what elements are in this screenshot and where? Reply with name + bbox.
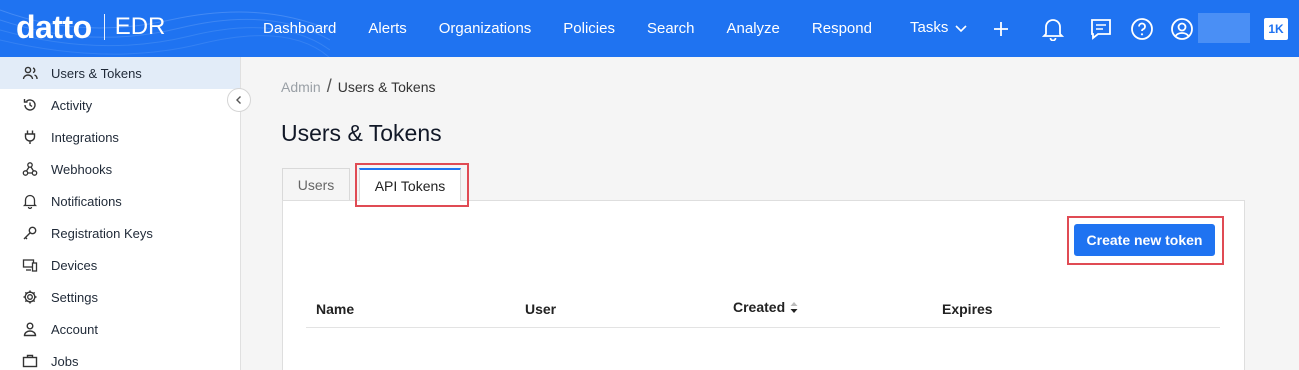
column-header-label: Name [316,301,355,317]
column-header-created[interactable]: Created [733,299,799,315]
devices-icon [22,257,38,273]
top-navigation-bar: datto EDR Dashboard Alerts Organizations… [0,0,1299,57]
help-icon[interactable] [1129,16,1155,42]
nav-organizations[interactable]: Organizations [439,20,532,37]
breadcrumb-admin[interactable]: Admin [281,79,321,95]
sidebar-item-jobs[interactable]: Jobs [0,345,240,370]
table-header-divider [306,327,1220,328]
webhook-icon [22,161,38,177]
tasks-dropdown[interactable]: Tasks [910,19,968,36]
chevron-down-icon [955,24,967,32]
logo-datto: datto [16,9,92,45]
kaseya-badge[interactable]: 1K [1264,18,1288,40]
sidebar-item-notifications[interactable]: Notifications [0,185,240,217]
logo-divider [103,14,105,40]
sidebar-item-webhooks[interactable]: Webhooks [0,153,240,185]
admin-sidebar: Users & Tokens Activity Integrations Web… [0,57,241,370]
sidebar-item-label: Users & Tokens [51,65,142,81]
logo-product: EDR [114,13,166,40]
tab-api-tokens[interactable]: API Tokens [359,168,461,201]
page-title: Users & Tokens [281,120,442,146]
sidebar-item-registration-keys[interactable]: Registration Keys [0,217,240,249]
sidebar-item-label: Account [51,321,98,337]
breadcrumb-separator: / [326,76,332,96]
nav-policies[interactable]: Policies [563,20,615,37]
sort-icon[interactable] [789,299,799,315]
column-header-name[interactable]: Name [316,301,354,317]
nav-respond[interactable]: Respond [812,20,872,37]
main-nav: Dashboard Alerts Organizations Policies … [263,0,904,57]
column-header-label: Created [733,299,786,315]
plus-icon[interactable] [988,16,1014,42]
sidebar-item-label: Integrations [51,129,119,145]
nav-search[interactable]: Search [647,20,695,37]
datto-edr-logo[interactable]: datto EDR [16,10,165,44]
column-header-expires[interactable]: Expires [942,301,993,317]
breadcrumb-current: Users & Tokens [337,78,436,95]
sidebar-item-devices[interactable]: Devices [0,249,240,281]
sidebar-item-activity[interactable]: Activity [0,89,240,121]
person-icon [22,321,38,337]
column-header-user[interactable]: User [525,301,556,317]
tab-users[interactable]: Users [282,168,350,201]
chat-icon[interactable] [1088,16,1114,42]
sidebar-item-label: Jobs [51,353,79,369]
gear-icon [22,289,38,305]
sidebar-item-settings[interactable]: Settings [0,281,240,313]
tasks-label: Tasks [910,19,949,36]
column-header-label: Expires [942,301,993,317]
bell-icon[interactable] [1040,16,1066,42]
create-new-token-button[interactable]: Create new token [1074,224,1215,256]
bell-icon [22,193,38,209]
nav-alerts[interactable]: Alerts [368,20,406,37]
users-icon [22,65,38,81]
column-header-label: User [525,301,557,317]
sidebar-collapse-button[interactable] [227,88,251,112]
history-icon [22,97,38,113]
plug-icon [22,129,38,145]
sidebar-item-label: Devices [51,257,98,273]
sidebar-item-integrations[interactable]: Integrations [0,121,240,153]
user-avatar-icon[interactable] [1169,16,1195,42]
key-icon [22,225,38,241]
sidebar-item-label: Settings [51,289,98,305]
user-name-redacted[interactable] [1198,13,1250,43]
breadcrumb: Admin / Users & Tokens [281,76,435,97]
sidebar-item-users-tokens[interactable]: Users & Tokens [0,57,240,89]
sidebar-item-label: Webhooks [51,161,113,177]
sidebar-item-account[interactable]: Account [0,313,240,345]
chevron-left-icon [236,96,241,104]
sidebar-item-label: Registration Keys [51,225,153,241]
sidebar-item-label: Activity [51,97,93,113]
sidebar-item-label: Notifications [51,193,122,209]
nav-analyze[interactable]: Analyze [727,20,780,37]
briefcase-icon [22,353,38,369]
nav-dashboard[interactable]: Dashboard [263,20,336,37]
